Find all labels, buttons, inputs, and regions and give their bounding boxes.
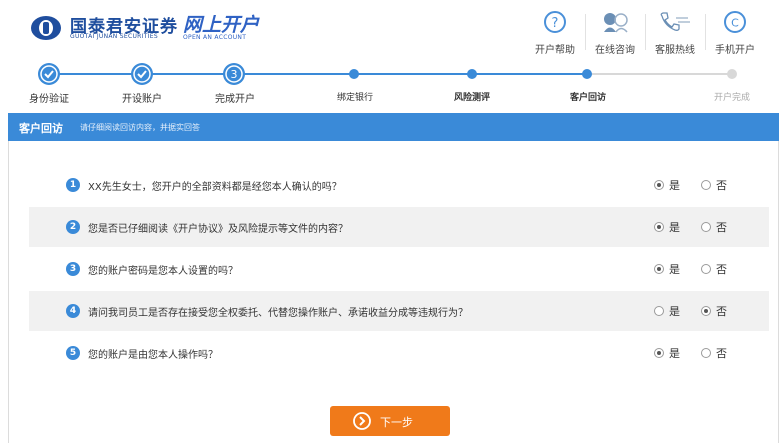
- tool-chat-label: 在线咨询: [595, 45, 635, 56]
- svg-text:3: 3: [231, 68, 238, 81]
- question-row: 1 XX先生女士，您开户的全部资料都是经您本人确认的吗？ 是 否: [29, 165, 769, 205]
- question-row: 4 请问我司员工是否存在接受您全权委托、代替您操作账户、承诺收益分成等违规行为？…: [29, 291, 769, 331]
- step-2-done-icon: [131, 63, 153, 85]
- section-subtitle: 请仔细阅读回访内容，并据实回答: [80, 123, 200, 132]
- step-label-6: 客户回访: [569, 93, 607, 103]
- q4-yes-label: 是: [669, 305, 680, 318]
- step-label-7: 开户完成: [713, 93, 751, 103]
- header-tools: ? 开户帮助 在线咨询 客服热线 C 手机开户: [525, 10, 765, 57]
- q1-yes-radio[interactable]: [654, 180, 664, 190]
- step-3-current-icon: 3: [223, 63, 245, 85]
- question-text: 您的账户是由您本人操作吗？: [88, 350, 218, 361]
- help-icon: ?: [544, 11, 566, 33]
- questions-panel: 1 XX先生女士，您开户的全部资料都是经您本人确认的吗？ 是 否 2 您是否已仔…: [8, 141, 779, 443]
- tool-help[interactable]: ? 开户帮助: [525, 10, 585, 57]
- q3-no-radio[interactable]: [701, 264, 711, 274]
- tool-hotline-label: 客服热线: [655, 45, 695, 56]
- question-number-badge: 3: [66, 262, 80, 276]
- q4-yes-radio[interactable]: [654, 306, 664, 316]
- question-number-badge: 5: [66, 346, 80, 360]
- q5-yes-radio[interactable]: [654, 348, 664, 358]
- question-number-badge: 1: [66, 178, 80, 192]
- question-text: 您的账户密码是您本人设置的吗？: [88, 266, 238, 277]
- question-number-badge: 2: [66, 220, 80, 234]
- next-step-button[interactable]: 下一步: [330, 406, 450, 436]
- header: 国泰君安证券 GUOTAI JUNAN SECURITIES 网上开户 OPEN…: [0, 0, 779, 58]
- step-4-dot: [349, 69, 359, 79]
- q1-no-label: 否: [716, 179, 727, 192]
- open-account-title-en: OPEN AN ACCOUNT: [183, 34, 247, 41]
- step-label-5: 风险测评: [453, 93, 491, 103]
- question-text: 请问我司员工是否存在接受您全权委托、代替您操作账户、承诺收益分成等违规行为？: [88, 308, 468, 319]
- section-banner: 客户回访 请仔细阅读回访内容，并据实回答: [8, 113, 779, 141]
- q4-no-label: 否: [716, 305, 727, 318]
- step-label-4: 绑定银行: [336, 93, 374, 103]
- q3-yes-radio[interactable]: [654, 264, 664, 274]
- tool-mobile-label: 手机开户: [715, 45, 755, 56]
- q3-yes-label: 是: [669, 263, 680, 276]
- svg-text:C: C: [731, 17, 739, 30]
- step-label-3: 完成开户: [215, 94, 255, 105]
- q2-yes-radio[interactable]: [654, 222, 664, 232]
- section-title: 客户回访: [19, 122, 63, 135]
- step-1-done-icon: [38, 63, 60, 85]
- step-5-dot: [467, 69, 477, 79]
- q5-no-radio[interactable]: [701, 348, 711, 358]
- tool-help-label: 开户帮助: [535, 45, 575, 56]
- tool-chat[interactable]: 在线咨询: [585, 10, 645, 57]
- open-account-title: 网上开户: [183, 14, 260, 36]
- q4-no-radio[interactable]: [701, 306, 711, 316]
- q4-yes-option[interactable]: 是: [654, 303, 680, 319]
- step-7-dot: [727, 69, 737, 79]
- question-row: 5 您的账户是由您本人操作吗？ 是 否: [29, 333, 769, 373]
- chat-icon: [604, 13, 628, 33]
- q1-yes-option[interactable]: 是: [654, 177, 680, 193]
- q2-no-option[interactable]: 否: [701, 219, 727, 235]
- question-text: 您是否已仔细阅读《开户协议》及风险提示等文件的内容？: [88, 224, 348, 235]
- question-row: 3 您的账户密码是您本人设置的吗？ 是 否: [29, 249, 769, 289]
- tool-hotline[interactable]: 客服热线: [645, 10, 705, 57]
- q2-yes-option[interactable]: 是: [654, 219, 680, 235]
- q3-no-option[interactable]: 否: [701, 261, 727, 277]
- company-logo-icon: [31, 16, 61, 40]
- q5-yes-label: 是: [669, 347, 680, 360]
- q1-yes-label: 是: [669, 179, 680, 192]
- q5-yes-option[interactable]: 是: [654, 345, 680, 361]
- q2-yes-label: 是: [669, 221, 680, 234]
- q1-no-radio[interactable]: [701, 180, 711, 190]
- step-label-2: 开设账户: [122, 94, 162, 105]
- next-step-label: 下一步: [380, 416, 413, 429]
- mobile-icon: C: [724, 11, 746, 33]
- phone-icon: [660, 12, 690, 31]
- q3-yes-option[interactable]: 是: [654, 261, 680, 277]
- step-6-dot: [582, 69, 592, 79]
- step-label-1: 身份验证: [29, 94, 69, 105]
- q2-no-radio[interactable]: [701, 222, 711, 232]
- progress-steps: 3 身份验证 开设账户 完成开户 绑定银行 风险测评 客户回访 开户完成: [0, 58, 779, 108]
- q5-no-label: 否: [716, 347, 727, 360]
- question-text: XX先生女士，您开户的全部资料都是经您本人确认的吗？: [88, 182, 342, 193]
- progress-track: 3: [38, 63, 737, 85]
- brand-name-en: GUOTAI JUNAN SECURITIES: [70, 33, 158, 40]
- question-number-badge: 4: [66, 304, 80, 318]
- q2-no-label: 否: [716, 221, 727, 234]
- q3-no-label: 否: [716, 263, 727, 276]
- arrow-right-circle-icon: [353, 412, 371, 430]
- tool-mobile[interactable]: C 手机开户: [705, 10, 765, 57]
- question-row: 2 您是否已仔细阅读《开户协议》及风险提示等文件的内容？ 是 否: [29, 207, 769, 247]
- svg-text:?: ?: [552, 16, 559, 31]
- q5-no-option[interactable]: 否: [701, 345, 727, 361]
- q4-no-option[interactable]: 否: [701, 303, 727, 319]
- q1-no-option[interactable]: 否: [701, 177, 727, 193]
